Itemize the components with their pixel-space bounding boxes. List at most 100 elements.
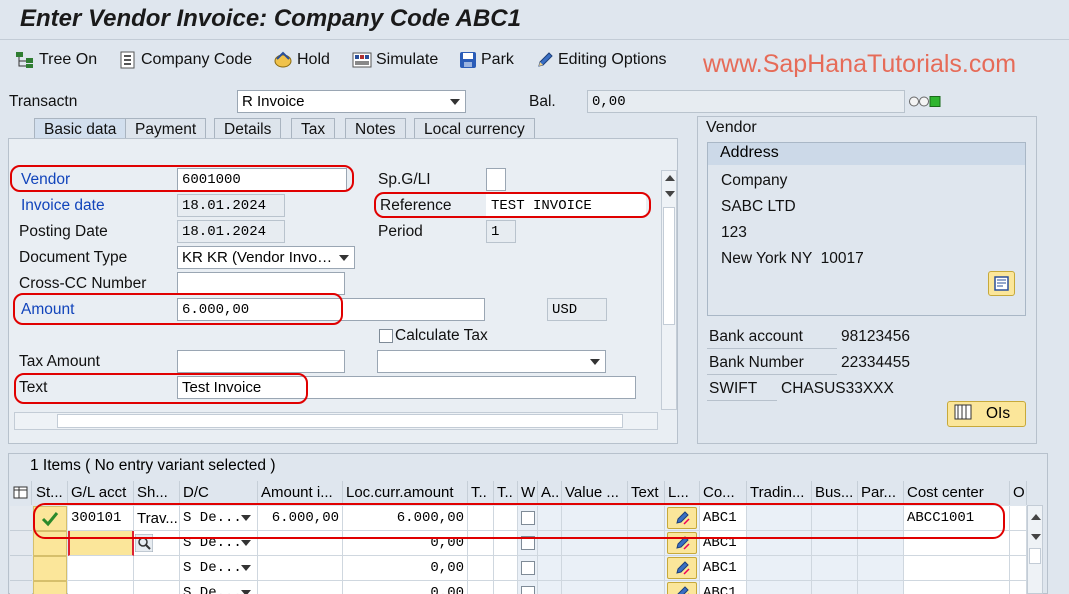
column-header-debit-credit[interactable]: D/C <box>180 481 258 505</box>
currency-field[interactable]: USD <box>547 298 607 321</box>
table-scroll-down-icon[interactable] <box>1031 534 1041 540</box>
tax-code-dropdown[interactable] <box>377 350 606 373</box>
column-header-trading-partner[interactable]: Tradin... <box>747 481 812 505</box>
spgl-field[interactable] <box>486 168 506 191</box>
tax-code-cell[interactable] <box>468 581 494 594</box>
table-vertical-scrollbar[interactable] <box>1027 505 1043 594</box>
row-selector[interactable] <box>10 556 32 581</box>
tab-basic-data[interactable]: Basic data <box>34 118 127 140</box>
invoice-date-field[interactable]: 18.01.2024 <box>177 194 285 217</box>
gl-account-cell[interactable] <box>68 556 134 581</box>
tax-jurisdiction-cell[interactable] <box>494 556 518 581</box>
items-summary: 1 Items ( No entry variant selected ) <box>30 457 276 474</box>
partner-cell[interactable] <box>858 581 904 594</box>
simulate-button[interactable]: Simulate <box>352 49 438 71</box>
debit-credit-dropdown[interactable]: S De... <box>180 556 258 581</box>
value-date-cell[interactable] <box>562 581 628 594</box>
company-code-cell[interactable]: ABC1 <box>700 556 747 581</box>
table-settings-icon[interactable] <box>10 481 32 505</box>
partner-cell[interactable] <box>858 556 904 581</box>
table-scroll-up-icon[interactable] <box>1031 514 1041 520</box>
business-area-cell[interactable] <box>812 556 858 581</box>
ois-button[interactable]: OIs <box>947 401 1026 427</box>
column-header-status[interactable]: St... <box>33 481 68 505</box>
edit-detail-icon[interactable] <box>667 582 697 594</box>
column-header-business-area[interactable]: Bus... <box>812 481 858 505</box>
company-code-button[interactable]: Company Code <box>119 49 252 71</box>
column-header-tax-code[interactable]: T.. <box>468 481 494 505</box>
withholding-cell[interactable] <box>518 581 538 594</box>
amount-cell[interactable] <box>258 556 343 581</box>
text-cell[interactable] <box>628 581 665 594</box>
debit-credit-dropdown[interactable]: S De... <box>180 581 258 594</box>
order-cell[interactable] <box>1010 556 1027 581</box>
hold-button[interactable]: Hold <box>273 49 330 71</box>
editing-options-button[interactable]: Editing Options <box>536 49 667 71</box>
business-area-cell[interactable] <box>812 581 858 594</box>
calculate-tax-checkbox[interactable] <box>379 329 393 343</box>
scroll-up-icon[interactable] <box>665 175 675 181</box>
lookup-cell[interactable] <box>665 556 700 581</box>
trading-partner-cell[interactable] <box>747 556 812 581</box>
address-detail-button[interactable] <box>988 271 1015 296</box>
tree-on-button[interactable]: Tree On <box>15 49 97 71</box>
tab-notes[interactable]: Notes <box>345 118 406 140</box>
column-header-assignment[interactable]: A.. <box>538 481 562 505</box>
amount-cell[interactable] <box>258 581 343 594</box>
row-selector[interactable] <box>10 581 32 594</box>
edit-detail-icon[interactable] <box>667 557 697 579</box>
column-header-amount[interactable]: Amount i... <box>258 481 343 505</box>
column-header-loc-curr-amount[interactable]: Loc.curr.amount <box>343 481 468 505</box>
order-cell[interactable] <box>1010 531 1027 556</box>
column-header-lookup[interactable]: L... <box>665 481 700 505</box>
posting-date-field[interactable]: 18.01.2024 <box>177 220 285 243</box>
posting-date-label: Posting Date <box>19 223 108 240</box>
period-field[interactable]: 1 <box>486 220 516 243</box>
order-cell[interactable] <box>1010 506 1027 531</box>
column-header-withholding[interactable]: W <box>518 481 538 505</box>
column-header-order[interactable]: O <box>1010 481 1027 505</box>
table-scroll-thumb[interactable] <box>1029 548 1041 564</box>
tax-amount-field[interactable] <box>177 350 345 373</box>
column-header-company-code[interactable]: Co... <box>700 481 747 505</box>
withholding-cell[interactable] <box>518 556 538 581</box>
tab-tax[interactable]: Tax <box>291 118 336 140</box>
withholding-checkbox[interactable] <box>521 586 535 594</box>
trading-partner-cell[interactable] <box>747 581 812 594</box>
tax-code-cell[interactable] <box>468 556 494 581</box>
gl-account-cell[interactable] <box>68 581 134 594</box>
column-header-tax-jurisdiction[interactable]: T.. <box>494 481 518 505</box>
column-header-cost-center[interactable]: Cost center <box>904 481 1010 505</box>
tab-local-currency[interactable]: Local currency <box>414 118 535 140</box>
text-cell[interactable] <box>628 556 665 581</box>
column-header-partner[interactable]: Par... <box>858 481 904 505</box>
withholding-checkbox[interactable] <box>521 561 535 575</box>
column-header-value-date[interactable]: Value ... <box>562 481 628 505</box>
row-selector[interactable] <box>10 506 32 531</box>
column-header-short-text[interactable]: Sh... <box>134 481 180 505</box>
column-header-text[interactable]: Text <box>628 481 665 505</box>
assignment-cell[interactable] <box>538 581 562 594</box>
value-date-cell[interactable] <box>562 556 628 581</box>
park-button[interactable]: Park <box>459 49 514 71</box>
cost-center-cell[interactable] <box>904 581 1010 594</box>
address-line-3: 123 <box>721 224 747 241</box>
document-type-dropdown[interactable]: KR KR (Vendor Invo… <box>177 246 355 269</box>
horizontal-scroll-thumb[interactable] <box>57 414 623 428</box>
tax-jurisdiction-cell[interactable] <box>494 581 518 594</box>
scroll-down-icon[interactable] <box>665 191 675 197</box>
row-selector[interactable] <box>10 531 32 556</box>
order-cell[interactable] <box>1010 581 1027 594</box>
tab-details[interactable]: Details <box>214 118 282 140</box>
assignment-cell[interactable] <box>538 556 562 581</box>
vertical-scrollbar[interactable] <box>661 170 677 410</box>
lookup-cell[interactable] <box>665 581 700 594</box>
horizontal-scrollbar[interactable] <box>14 412 658 430</box>
cross-cc-field[interactable] <box>177 272 345 295</box>
column-header-gl-acct[interactable]: G/L acct <box>68 481 134 505</box>
tab-payment[interactable]: Payment <box>125 118 207 140</box>
scroll-thumb[interactable] <box>663 207 675 325</box>
transaction-dropdown[interactable]: R Invoice <box>237 90 466 113</box>
cost-center-cell[interactable] <box>904 556 1010 581</box>
company-code-cell[interactable]: ABC1 <box>700 581 747 594</box>
